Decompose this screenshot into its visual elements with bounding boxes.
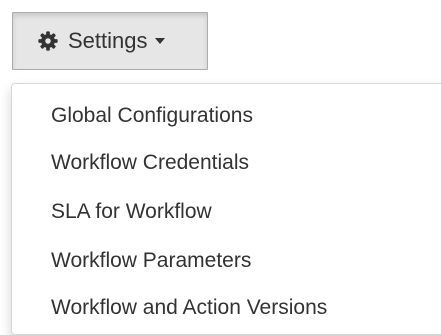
menu-item-workflow-and-action-versions[interactable]: Workflow and Action Versions: [51, 296, 327, 320]
caret-down-icon: [154, 38, 165, 44]
menu-item-global-configurations[interactable]: Global Configurations: [51, 104, 253, 128]
menu-item-workflow-credentials[interactable]: Workflow Credentials: [51, 151, 249, 175]
gear-icon: [37, 30, 59, 52]
settings-dropdown-menu: Global Configurations Workflow Credentia…: [11, 83, 441, 335]
settings-button-label: Settings: [68, 28, 148, 53]
menu-item-workflow-parameters[interactable]: Workflow Parameters: [51, 249, 251, 273]
settings-dropdown-button[interactable]: Settings: [12, 12, 208, 70]
menu-item-sla-for-workflow[interactable]: SLA for Workflow: [51, 200, 212, 224]
